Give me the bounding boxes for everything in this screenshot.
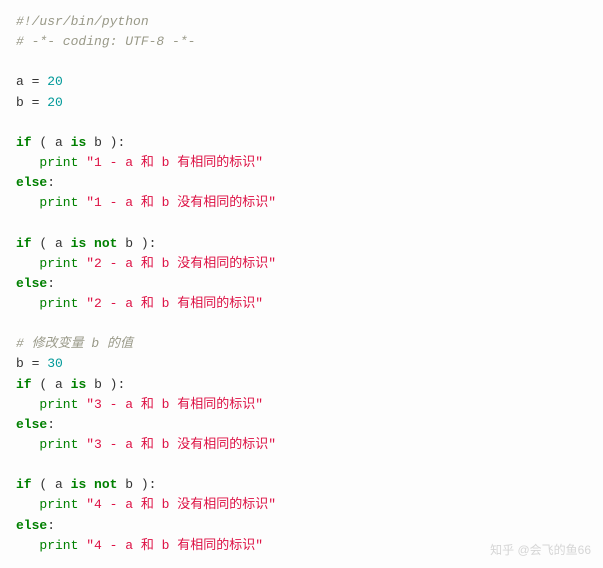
val-20: 20: [47, 95, 63, 110]
kw-print: print: [39, 195, 78, 210]
str-1a: "1 - a 和 b 有相同的标识": [86, 155, 263, 170]
val-20: 20: [47, 74, 63, 89]
kw-else: else: [16, 276, 47, 291]
str-2a: "2 - a 和 b 没有相同的标识": [86, 256, 276, 271]
str-2b: "2 - a 和 b 有相同的标识": [86, 296, 263, 311]
kw-else: else: [16, 417, 47, 432]
comment-modify: # 修改变量 b 的值: [16, 336, 133, 351]
kw-print: print: [39, 397, 78, 412]
kw-else: else: [16, 175, 47, 190]
var-a: a: [16, 74, 24, 89]
kw-if: if: [16, 135, 32, 150]
kw-is-not: is not: [71, 477, 118, 492]
kw-is-not: is not: [71, 236, 118, 251]
kw-print: print: [39, 538, 78, 553]
shebang-line: #!/usr/bin/python: [16, 14, 149, 29]
str-3b: "3 - a 和 b 没有相同的标识": [86, 437, 276, 452]
kw-is: is: [71, 377, 87, 392]
kw-print: print: [39, 437, 78, 452]
kw-is: is: [71, 135, 87, 150]
coding-line: # -*- coding: UTF-8 -*-: [16, 34, 195, 49]
str-1b: "1 - a 和 b 没有相同的标识": [86, 195, 276, 210]
kw-if: if: [16, 377, 32, 392]
val-30: 30: [47, 356, 63, 371]
var-b: b: [16, 356, 24, 371]
str-4b: "4 - a 和 b 有相同的标识": [86, 538, 263, 553]
kw-print: print: [39, 256, 78, 271]
watermark: 知乎 @会飞的鱼66: [490, 541, 591, 560]
var-b: b: [16, 95, 24, 110]
kw-print: print: [39, 296, 78, 311]
str-3a: "3 - a 和 b 有相同的标识": [86, 397, 263, 412]
code-block: #!/usr/bin/python # -*- coding: UTF-8 -*…: [16, 12, 587, 556]
kw-if: if: [16, 477, 32, 492]
kw-print: print: [39, 155, 78, 170]
kw-if: if: [16, 236, 32, 251]
kw-else: else: [16, 518, 47, 533]
